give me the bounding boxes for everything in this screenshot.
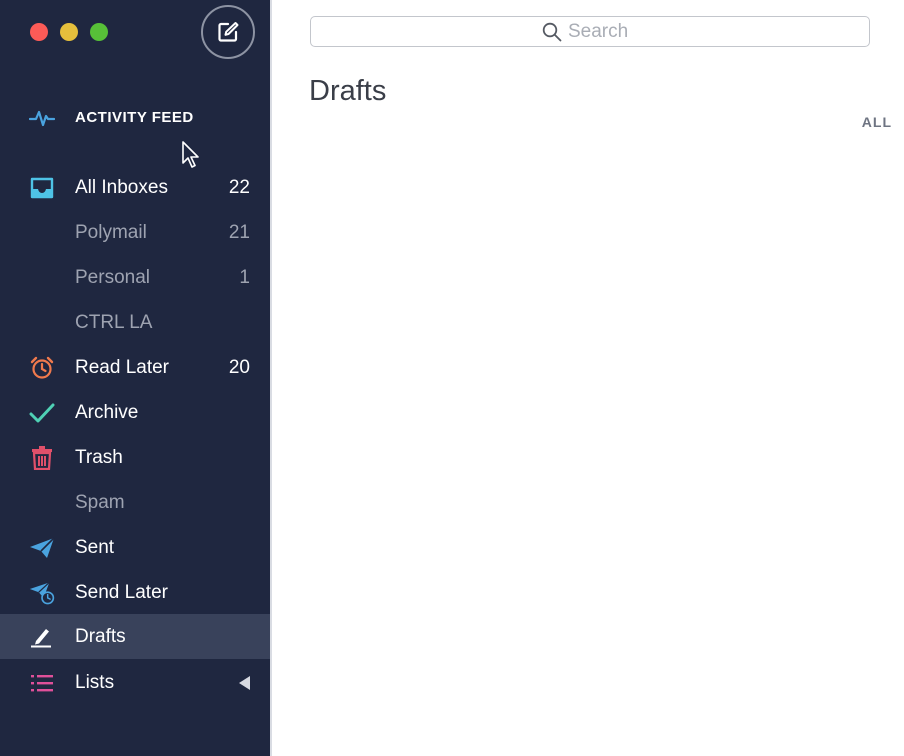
alarm-clock-icon (29, 355, 55, 381)
window-minimize-button[interactable] (60, 23, 78, 41)
sidebar-item-all-inboxes[interactable]: All Inboxes 22 (0, 165, 270, 210)
filter-all-button[interactable]: ALL (862, 114, 892, 130)
checkmark-icon (29, 400, 55, 426)
sidebar-item-label: Lists (75, 671, 115, 693)
search-icon (542, 22, 562, 41)
unread-count: 1 (239, 266, 250, 288)
sidebar-item-label: Drafts (75, 625, 126, 647)
unread-count: 22 (228, 176, 250, 198)
list-icon (29, 670, 55, 696)
sidebar-item-archive[interactable]: Archive (0, 390, 270, 435)
sidebar-item-sent[interactable]: Sent (0, 525, 270, 570)
paper-plane-icon (29, 535, 55, 561)
sidebar-item-lists[interactable]: Lists (0, 660, 270, 705)
pulse-icon (29, 105, 55, 131)
trash-icon (29, 445, 55, 471)
sidebar-item-label: Read Later (75, 356, 170, 378)
sidebar-item-label: CTRL LA (75, 311, 153, 333)
sidebar-item-drafts[interactable]: Drafts (0, 614, 270, 659)
sidebar-item-label: ACTIVITY FEED (75, 109, 194, 126)
sidebar-item-label: Sent (75, 536, 115, 558)
sidebar-item-label: Personal (75, 266, 150, 288)
sidebar-item-read-later[interactable]: Read Later 20 (0, 345, 270, 390)
sidebar-item-ctrl-la[interactable]: CTRL LA (0, 300, 270, 345)
inbox-icon (29, 175, 55, 201)
paper-plane-clock-icon (29, 580, 55, 606)
search-input[interactable] (568, 20, 638, 43)
unread-count: 21 (228, 221, 250, 243)
expand-arrow-icon[interactable] (239, 675, 250, 690)
sidebar: ACTIVITY FEED All Inboxes 22 Polymail 21… (0, 0, 270, 756)
sidebar-item-trash[interactable]: Trash (0, 435, 270, 480)
unread-count: 20 (228, 356, 250, 378)
sidebar-item-label: All Inboxes (75, 176, 168, 198)
compose-button[interactable] (201, 5, 255, 59)
sidebar-item-label: Send Later (75, 581, 168, 603)
sidebar-divider (270, 0, 272, 756)
sidebar-item-label: Archive (75, 401, 139, 423)
sidebar-item-personal[interactable]: Personal 1 (0, 255, 270, 300)
sidebar-item-label: Polymail (75, 221, 147, 243)
page-title: Drafts (309, 75, 387, 107)
window-maximize-button[interactable] (90, 23, 108, 41)
sidebar-item-polymail[interactable]: Polymail 21 (0, 210, 270, 255)
app-window: ACTIVITY FEED All Inboxes 22 Polymail 21… (0, 0, 904, 756)
window-close-button[interactable] (30, 23, 48, 41)
sidebar-item-label: Spam (75, 491, 125, 513)
sidebar-item-label: Trash (75, 446, 123, 468)
sidebar-item-activity-feed[interactable]: ACTIVITY FEED (0, 95, 270, 140)
compose-icon (218, 22, 239, 42)
mouse-cursor-icon (182, 141, 199, 168)
pencil-icon (29, 624, 55, 650)
search-box[interactable] (310, 16, 870, 47)
sidebar-item-send-later[interactable]: Send Later (0, 570, 270, 615)
sidebar-item-spam[interactable]: Spam (0, 480, 270, 525)
